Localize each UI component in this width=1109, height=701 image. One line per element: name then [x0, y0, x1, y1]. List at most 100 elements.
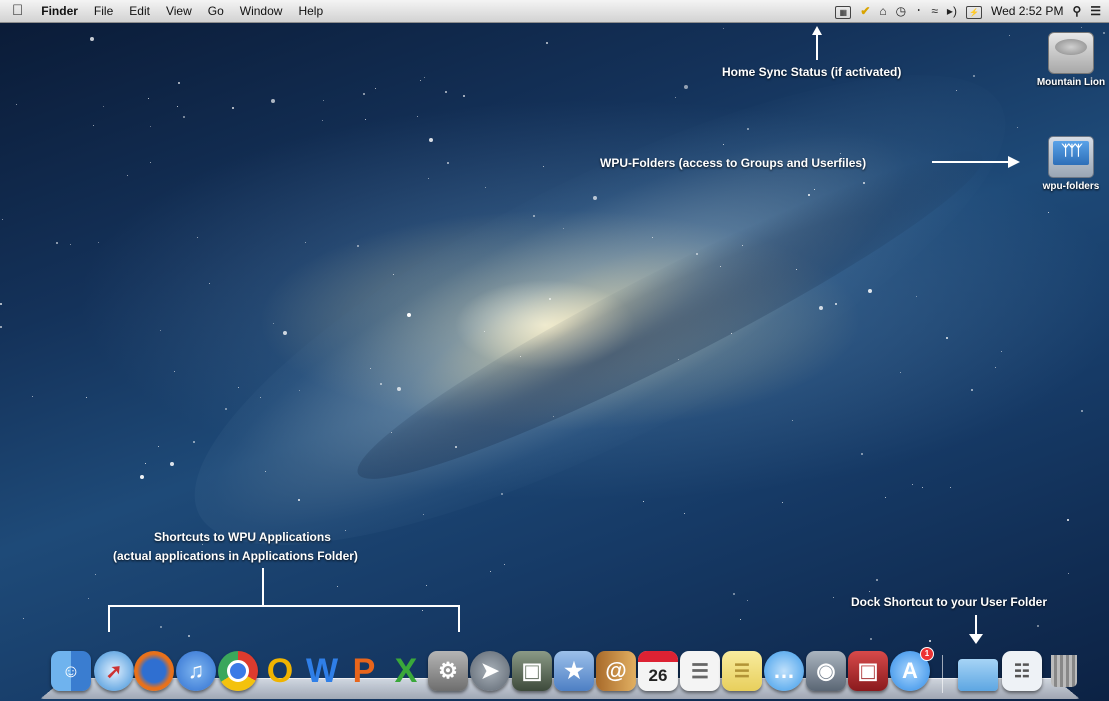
wpu-folders-arrow-head	[1008, 156, 1020, 168]
star	[814, 189, 815, 190]
calendar-header-strip	[638, 651, 678, 662]
star	[417, 116, 418, 117]
word-icon[interactable]: W	[302, 651, 342, 691]
star	[424, 77, 425, 78]
star	[1009, 35, 1010, 36]
outlook-icon[interactable]: O	[260, 651, 300, 691]
menu-app-name[interactable]: Finder	[33, 0, 86, 22]
star	[723, 144, 724, 145]
star	[103, 106, 104, 107]
checkmark-icon[interactable]: ✔	[860, 0, 870, 22]
calendar-icon[interactable]: 26	[638, 651, 678, 691]
star	[174, 371, 175, 372]
star	[232, 107, 234, 109]
star	[1037, 625, 1039, 627]
home-sync-icon[interactable]: ⌂	[879, 0, 886, 22]
firefox-icon[interactable]	[134, 651, 174, 691]
shortcuts-annotation-line2: (actual applications in Applications Fol…	[113, 549, 358, 563]
star	[971, 389, 973, 391]
apple-icon[interactable]: 	[0, 0, 33, 22]
menu-extras: ▦ ✔ ⌂ ◷ ᛫ ≈ ▸) ⚡ Wed 2:52 PM ⚲ ☰	[835, 0, 1101, 22]
star	[782, 502, 783, 503]
safari-icon[interactable]: ➚	[94, 651, 134, 691]
desktop-icon-label: wpu-folders	[1042, 181, 1100, 192]
battery-icon[interactable]: ⚡	[965, 0, 982, 22]
itunes-icon[interactable]: ♫	[176, 651, 216, 691]
star	[956, 90, 957, 91]
menu-clock[interactable]: Wed 2:52 PM	[991, 4, 1063, 18]
preview-icon[interactable]: ★	[554, 651, 594, 691]
star	[675, 97, 676, 98]
star	[643, 501, 644, 502]
shortcuts-annotation-line1: Shortcuts to WPU Applications	[154, 530, 331, 544]
menu-window[interactable]: Window	[232, 0, 291, 22]
system-preferences-icon[interactable]: ⚙	[428, 651, 468, 691]
star	[885, 497, 886, 498]
star	[463, 95, 465, 97]
excel-icon[interactable]: X	[386, 651, 426, 691]
star	[23, 618, 24, 619]
star	[731, 333, 732, 334]
star	[305, 242, 306, 243]
star	[501, 493, 503, 495]
calendar-menu-icon[interactable]: ▦	[835, 0, 852, 22]
star	[720, 266, 721, 267]
trash-icon[interactable]	[1044, 651, 1084, 691]
notification-center-icon[interactable]: ☰	[1090, 0, 1101, 22]
star	[298, 499, 300, 501]
document-stack-icon[interactable]: ☷	[1002, 651, 1042, 691]
menu-help[interactable]: Help	[290, 0, 331, 22]
app-store-icon[interactable]: A1	[890, 647, 934, 691]
photo-booth-icon[interactable]: ▣	[848, 651, 888, 691]
wpu-folders-annotation: WPU-Folders (access to Groups and Userfi…	[600, 156, 867, 170]
star	[93, 125, 94, 126]
menu-file[interactable]: File	[86, 0, 121, 22]
star	[1001, 351, 1002, 352]
star	[533, 215, 535, 217]
star	[916, 296, 917, 297]
menu-edit[interactable]: Edit	[121, 0, 158, 22]
finder-icon[interactable]: ☺	[51, 651, 91, 691]
star	[0, 303, 2, 305]
desktop-icon-wpu-folders[interactable]: ᛉᛉᛉ wpu-folders	[1036, 136, 1106, 193]
messages-icon[interactable]: …	[764, 651, 804, 691]
spotlight-search-icon[interactable]: ⚲	[1072, 0, 1081, 22]
star	[747, 128, 749, 130]
star	[484, 331, 485, 332]
menu-view[interactable]: View	[158, 0, 200, 22]
star	[840, 153, 841, 154]
star	[553, 416, 554, 417]
star	[684, 85, 688, 89]
bluetooth-icon[interactable]: ᛫	[915, 0, 922, 22]
reminders-icon[interactable]: ☰	[680, 651, 720, 691]
dock: ☺ ➚ ♫ O W P X ⚙ ➤ ▣ ★ @ 26 ☰ ☰ … ◉ ▣ A1 …	[46, 647, 1086, 697]
launchpad-icon[interactable]: ➤	[470, 651, 510, 691]
chrome-icon[interactable]	[218, 651, 258, 691]
star	[148, 98, 149, 99]
time-machine-icon[interactable]: ◷	[896, 0, 906, 22]
wifi-icon[interactable]: ≈	[931, 0, 938, 22]
star	[323, 100, 324, 101]
trash-can-body	[1051, 655, 1077, 687]
star	[863, 182, 865, 184]
menu-go[interactable]: Go	[200, 0, 232, 22]
shortcuts-bracket-right	[458, 605, 460, 632]
star	[455, 446, 457, 448]
star	[696, 253, 698, 255]
notes-icon[interactable]: ☰	[722, 651, 762, 691]
volume-icon[interactable]: ▸)	[947, 0, 957, 22]
star	[490, 571, 491, 572]
powerpoint-icon[interactable]: P	[344, 651, 384, 691]
star	[423, 514, 424, 515]
star	[1067, 519, 1069, 521]
star	[365, 119, 366, 120]
user-folder-icon[interactable]	[958, 659, 998, 691]
desktop-icon-mountain-lion[interactable]: Mountain Lion	[1036, 32, 1106, 89]
facetime-icon[interactable]: ◉	[806, 651, 846, 691]
image-capture-icon[interactable]: ▣	[512, 651, 552, 691]
home-sync-annotation: Home Sync Status (if activated)	[722, 65, 902, 79]
star	[273, 323, 274, 324]
star	[158, 446, 159, 447]
star	[833, 597, 834, 598]
contacts-icon[interactable]: @	[596, 651, 636, 691]
